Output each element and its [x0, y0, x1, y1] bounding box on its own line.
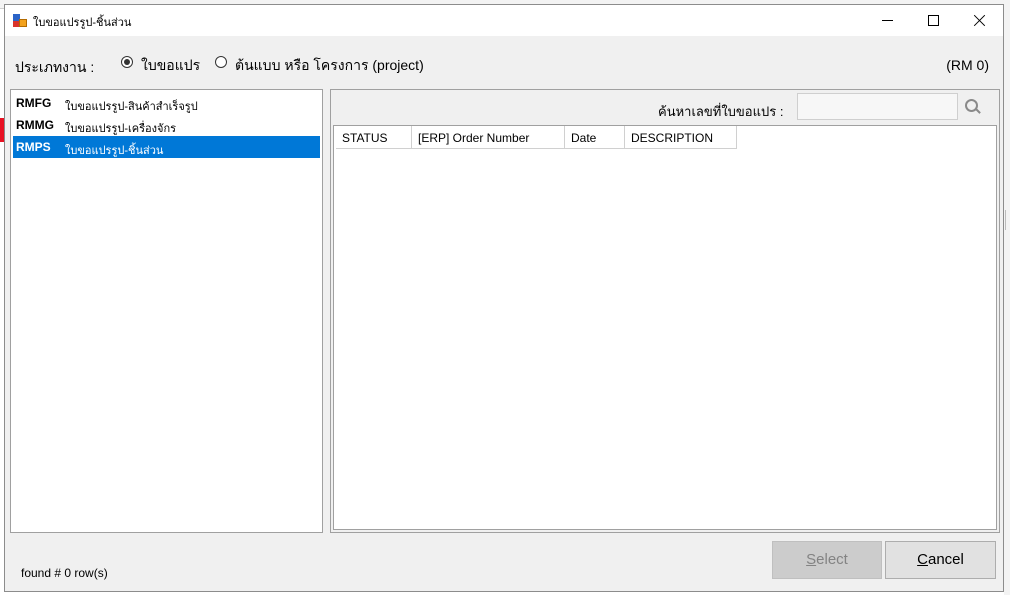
list-item-code: RMPS: [16, 140, 51, 154]
list-item-rmmg[interactable]: RMMG ใบขอแปรรูป-เครื่องจักร: [13, 114, 320, 136]
radio-prototype-project-label[interactable]: ต้นแบบ หรือ โครงการ (project): [235, 55, 424, 77]
close-icon: [974, 14, 986, 26]
status-text: found # 0 row(s): [21, 566, 108, 580]
select-button[interactable]: Select: [772, 541, 882, 579]
grid-header: STATUS [ERP] Order Number Date DESCRIPTI…: [336, 126, 737, 150]
cancel-button-label: ancel: [927, 551, 964, 568]
radio-prototype-project[interactable]: [215, 56, 227, 68]
list-item-rmps[interactable]: RMPS ใบขอแปรรูป-ชิ้นส่วน: [13, 136, 320, 158]
app-icon: [13, 14, 27, 27]
window-title: ใบขอแปรรูป-ชิ้นส่วน: [33, 17, 132, 29]
close-button[interactable]: [957, 5, 1003, 36]
results-panel: ค้นหาเลขที่ใบขอแปร : STATUS [ERP] Order …: [330, 89, 1000, 533]
results-grid[interactable]: STATUS [ERP] Order Number Date DESCRIPTI…: [333, 125, 997, 530]
minimize-icon: [882, 20, 893, 21]
list-item-description: ใบขอแปรรูป-สินค้าสำเร็จรูป: [65, 101, 198, 113]
request-type-list[interactable]: RMFG ใบขอแปรรูป-สินค้าสำเร็จรูป RMMG ใบข…: [10, 89, 323, 533]
cancel-button-mnemonic: C: [917, 551, 928, 568]
type-label: ประเภทงาน :: [15, 59, 95, 75]
rm-count: (RM 0): [946, 57, 989, 73]
list-item-rmfg[interactable]: RMFG ใบขอแปรรูป-สินค้าสำเร็จรูป: [13, 92, 320, 114]
list-item-description: ใบขอแปรรูป-เครื่องจักร: [65, 123, 177, 135]
maximize-icon: [928, 15, 939, 26]
minimize-button[interactable]: [865, 5, 911, 36]
radio-request-type[interactable]: [121, 56, 133, 68]
title-bar[interactable]: ใบขอแปรรูป-ชิ้นส่วน: [5, 5, 1003, 36]
dialog-window: ใบขอแปรรูป-ชิ้นส่วน ประเภทงาน : ใบขอแปร …: [4, 4, 1004, 592]
column-header-order-number[interactable]: [ERP] Order Number: [412, 126, 565, 149]
column-header-date[interactable]: Date: [565, 126, 625, 149]
search-input[interactable]: [797, 93, 958, 120]
search-icon[interactable]: [965, 99, 981, 115]
maximize-button[interactable]: [911, 5, 957, 36]
background-app-divider: [1005, 210, 1010, 230]
select-button-mnemonic: S: [806, 551, 817, 568]
column-header-description[interactable]: DESCRIPTION: [625, 126, 737, 149]
list-item-description: ใบขอแปรรูป-ชิ้นส่วน: [65, 145, 164, 157]
cancel-button[interactable]: Cancel: [885, 541, 996, 579]
column-header-status[interactable]: STATUS: [336, 126, 412, 149]
radio-request-type-label[interactable]: ใบขอแปร: [141, 55, 200, 77]
select-button-label: elect: [816, 551, 848, 568]
list-item-code: RMMG: [16, 118, 54, 132]
list-item-code: RMFG: [16, 96, 52, 110]
background-app-edge: [1004, 8, 1010, 595]
search-label: ค้นหาเลขที่ใบขอแปร :: [658, 104, 784, 119]
